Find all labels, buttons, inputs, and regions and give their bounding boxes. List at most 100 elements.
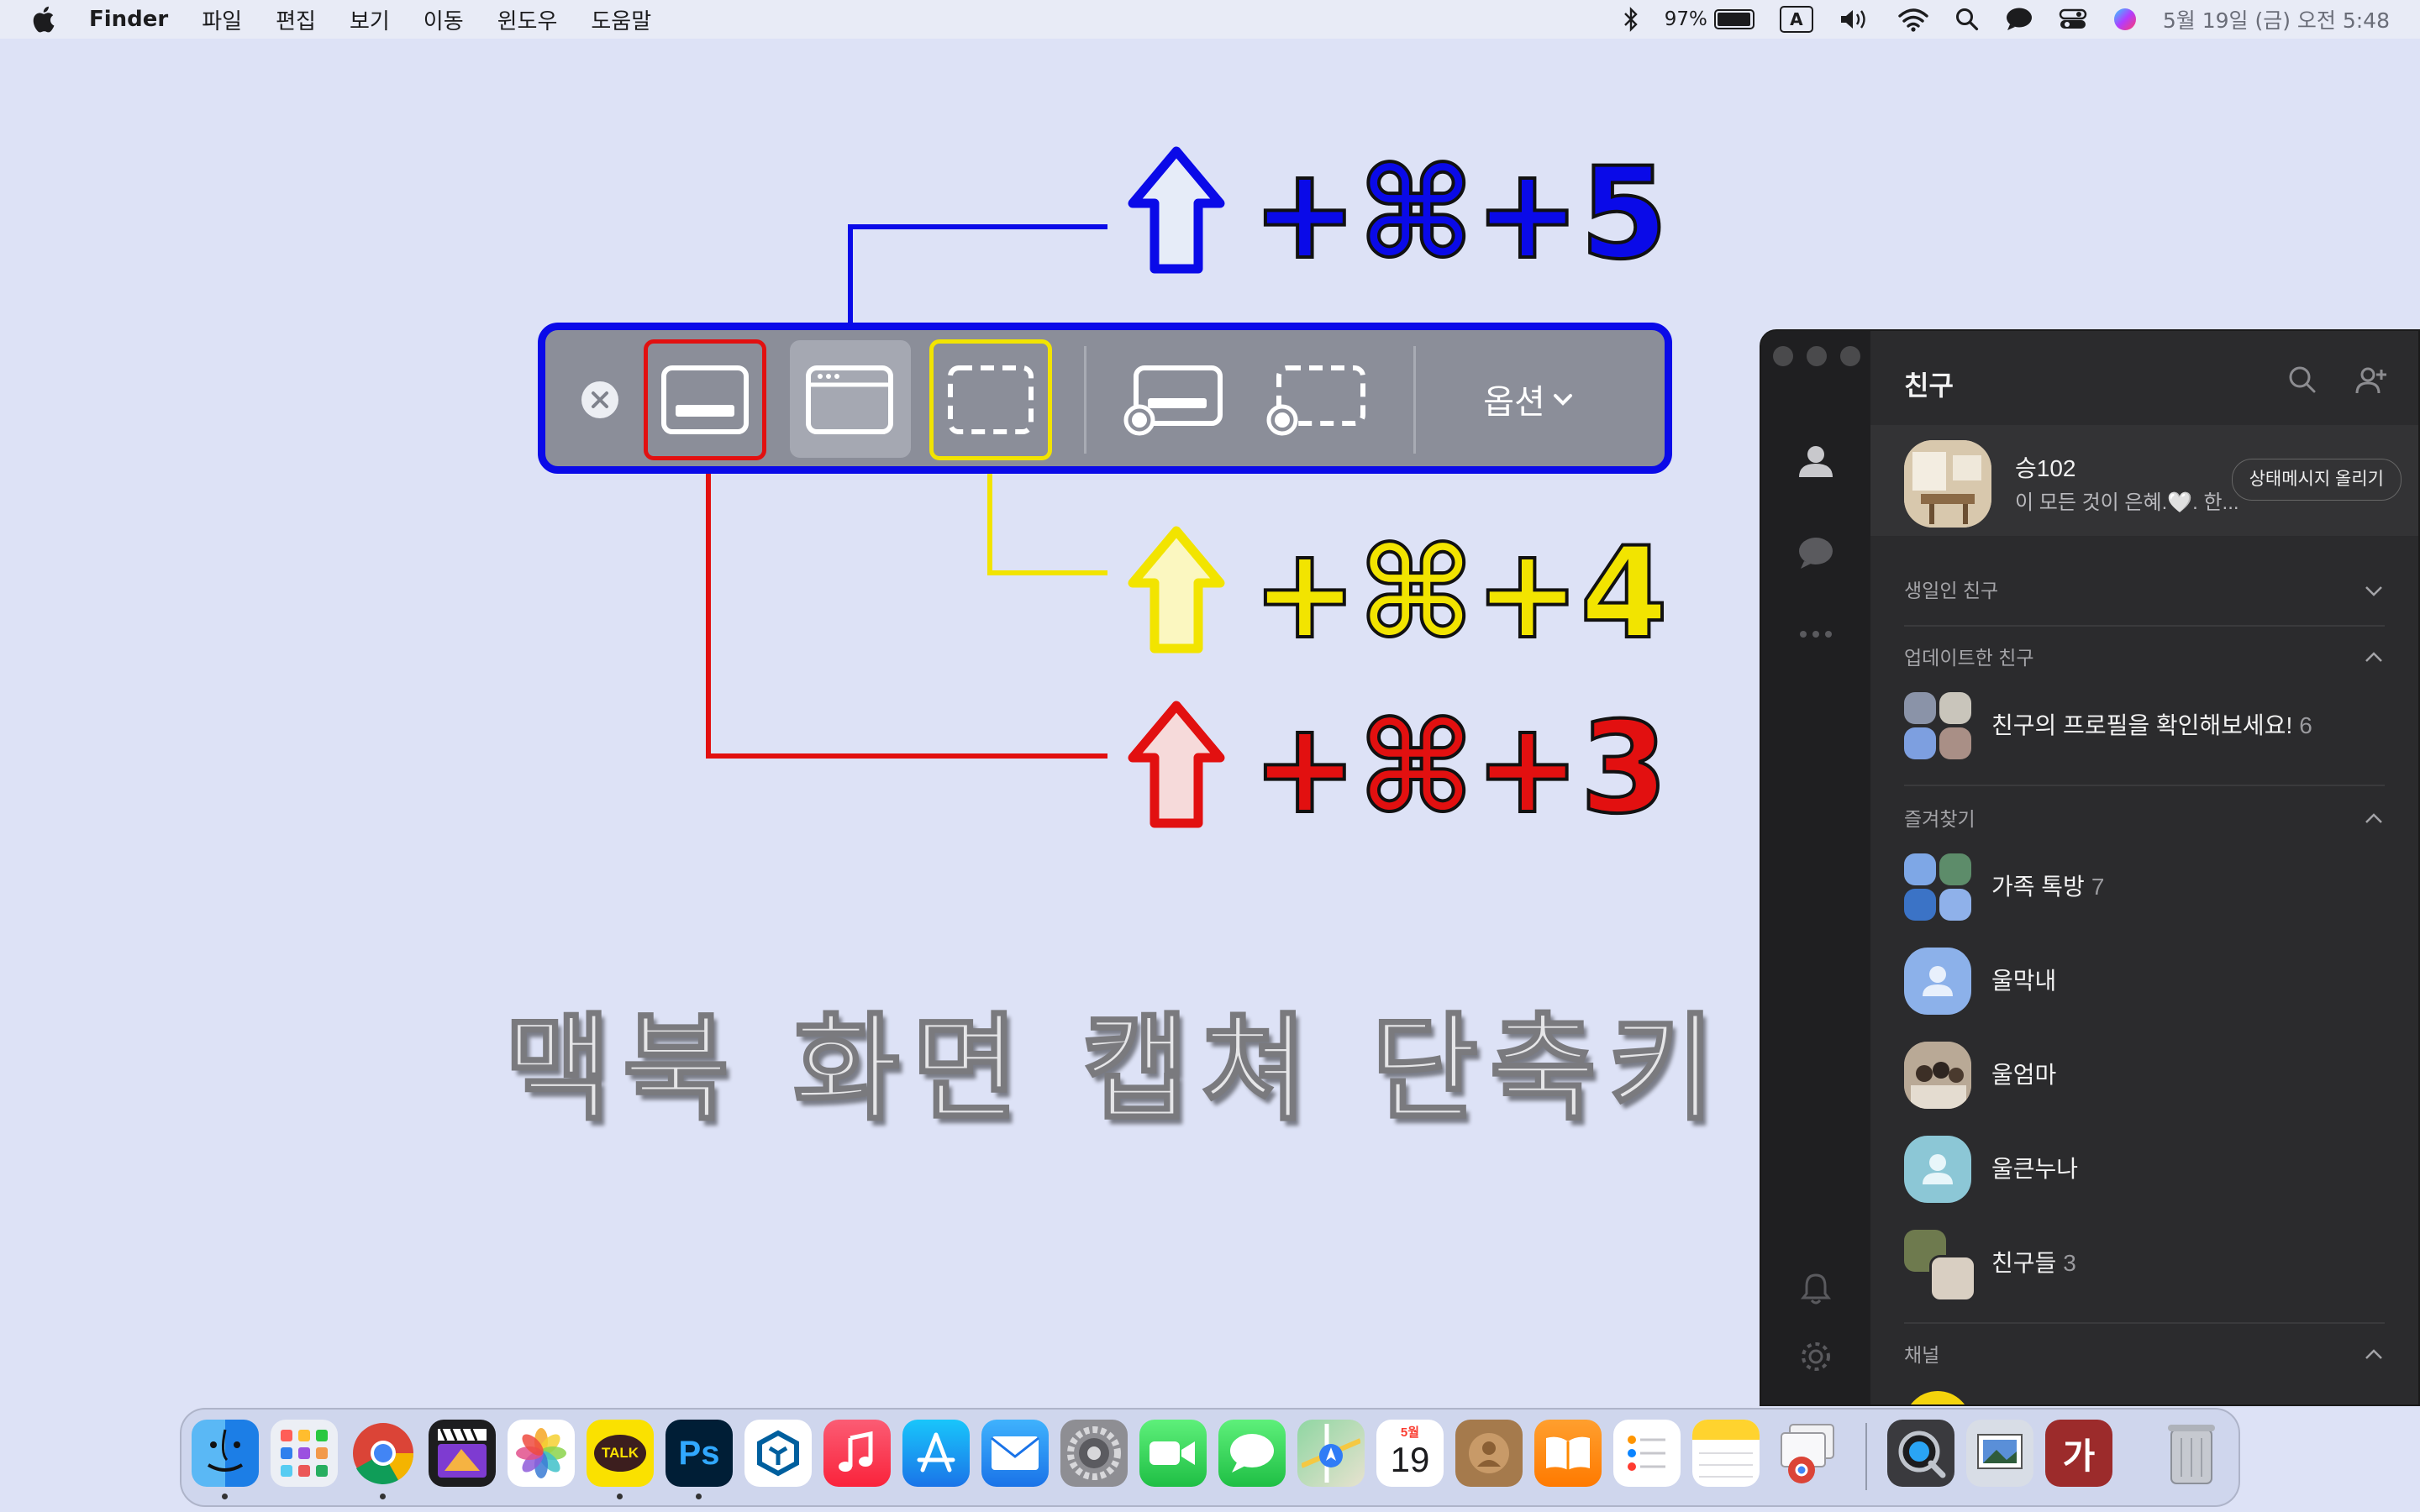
app-store-icon[interactable]	[902, 1420, 970, 1487]
chats-tab-icon[interactable]	[1795, 533, 1837, 575]
default-avatar	[1904, 1136, 1971, 1203]
reminders-icon[interactable]	[1613, 1420, 1681, 1487]
section-label: 즐겨찾기	[1904, 808, 1975, 830]
running-indicator	[617, 1494, 623, 1499]
my-status-message: 이 모든 것이 은혜.🤍. 한...	[2015, 491, 2239, 514]
add-friend-icon[interactable]	[2354, 363, 2388, 396]
messages-icon[interactable]	[1218, 1420, 1286, 1487]
books-icon[interactable]	[1534, 1420, 1602, 1487]
shortcut-keys-text: +⌘+3	[1250, 696, 1670, 842]
section-birthday-friends[interactable]: 생일인 친구	[1904, 575, 2385, 608]
window-close-button[interactable]	[1773, 346, 1793, 366]
section-divider	[1904, 625, 2385, 627]
capture-selected-window-icon[interactable]	[805, 360, 894, 440]
sketchup-icon[interactable]	[744, 1420, 812, 1487]
section-label: 업데이트한 친구	[1904, 647, 2034, 669]
window-zoom-button[interactable]	[1840, 346, 1860, 366]
favorite-friend-row[interactable]: 친구들 3	[1904, 1230, 2385, 1302]
running-indicator	[380, 1494, 386, 1499]
dock-separator	[1865, 1423, 1867, 1490]
notes-icon[interactable]	[1692, 1420, 1760, 1487]
my-name: 승102	[2015, 455, 2076, 481]
shortcut-keys-text: +⌘+5	[1250, 141, 1670, 287]
section-divider	[1904, 1322, 2385, 1324]
updated-friends-avatars	[1904, 692, 1971, 759]
shortcut-shift-cmd-5: +⌘+5	[1126, 141, 1697, 287]
kakao-friends-panel: 친구 승102 이 모든 것이 은혜.🤍. 한... 상태메시지 올리기 생일인…	[1870, 331, 2418, 1404]
mail-icon[interactable]	[981, 1420, 1049, 1487]
shortcut-keys-text: +⌘+4	[1250, 521, 1670, 667]
final-cut-pro-icon[interactable]	[429, 1420, 496, 1487]
my-profile-row[interactable]: 승102 이 모든 것이 은혜.🤍. 한... 상태메시지 올리기	[1870, 425, 2418, 536]
favorite-name: 울큰누나	[1991, 1156, 2079, 1182]
section-favorites[interactable]: 즐겨찾기	[1904, 803, 2385, 837]
shift-key-icon	[1128, 526, 1225, 654]
kakao-sidebar	[1761, 331, 1870, 1404]
my-avatar	[1904, 440, 1991, 528]
photos-icon[interactable]	[508, 1420, 575, 1487]
default-avatar	[1904, 948, 1971, 1015]
favorite-friend-row[interactable]: 울큰누나	[1904, 1136, 2385, 1203]
friends-tab-icon[interactable]	[1795, 440, 1837, 482]
close-toolbar-icon[interactable]	[580, 380, 620, 420]
dictionary-icon[interactable]: 가	[2045, 1420, 2112, 1487]
maps-icon[interactable]	[1297, 1420, 1365, 1487]
kakaotalk-bubble: TALK	[594, 1435, 646, 1472]
post-status-message-button[interactable]: 상태메시지 올리기	[2231, 459, 2402, 501]
section-channels[interactable]: 채널	[1904, 1339, 2385, 1373]
kakaotalk-icon[interactable]: TALK	[587, 1420, 654, 1487]
updated-friends-label: 친구의 프로필을 확인해보세요! 6	[1991, 712, 2312, 738]
notifications-bell-icon[interactable]	[1795, 1268, 1837, 1310]
facetime-icon[interactable]	[1139, 1420, 1207, 1487]
favorite-name: 울엄마	[1991, 1062, 2057, 1088]
toolbar-divider	[1084, 346, 1086, 454]
window-minimize-button[interactable]	[1807, 346, 1827, 366]
toolbar-divider	[1413, 346, 1416, 454]
more-tab-icon[interactable]	[1795, 613, 1837, 655]
search-icon[interactable]	[2286, 363, 2319, 396]
preview-icon[interactable]	[1966, 1420, 2033, 1487]
chevron-up-icon	[2365, 1349, 2382, 1359]
chrome-icon[interactable]	[350, 1420, 417, 1487]
dictionary-label: 가	[2062, 1436, 2096, 1476]
trash-icon[interactable]	[2158, 1420, 2225, 1487]
photoshop-icon[interactable]: Ps	[666, 1420, 733, 1487]
updated-friends-row[interactable]: 친구의 프로필을 확인해보세요! 6	[1904, 692, 2385, 759]
favorite-friend-row[interactable]: 가족 톡방 7	[1904, 853, 2385, 921]
settings-gear-icon[interactable]	[1795, 1336, 1837, 1378]
favorite-friend-row[interactable]: 울막내	[1904, 948, 2385, 1015]
record-selected-portion-icon[interactable]	[1260, 360, 1370, 440]
chevron-up-icon	[2365, 652, 2382, 662]
favorite-name: 친구들 3	[1991, 1250, 2076, 1276]
shortcut-shift-cmd-3: +⌘+3	[1126, 696, 1697, 842]
chevron-up-icon	[2365, 813, 2382, 823]
section-label: 채널	[1904, 1344, 1940, 1366]
contacts-icon[interactable]	[1455, 1420, 1523, 1487]
headline-title: 맥북 화면 캡쳐 단축키	[503, 1000, 1727, 1138]
favorite-name: 가족 톡방 7	[1991, 874, 2105, 900]
section-updated-friends[interactable]: 업데이트한 친구	[1904, 642, 2385, 675]
calendar-icon[interactable]: 5월 19	[1376, 1420, 1444, 1487]
favorite-friend-row[interactable]: 울엄마	[1904, 1042, 2385, 1109]
shift-key-icon	[1128, 146, 1225, 274]
system-settings-icon[interactable]	[1060, 1420, 1128, 1487]
kakaotalk-window: 친구 승102 이 모든 것이 은혜.🤍. 한... 상태메시지 올리기 생일인…	[1760, 329, 2420, 1406]
photoshop-label: Ps	[678, 1434, 720, 1472]
music-icon[interactable]	[823, 1420, 891, 1487]
quicktime-icon[interactable]	[1887, 1420, 1954, 1487]
calendar-month: 5월	[1400, 1425, 1420, 1440]
options-label: 옵션	[1483, 383, 1545, 422]
finder-icon[interactable]	[192, 1420, 259, 1487]
group-chat-avatars	[1904, 853, 1971, 921]
chrome-apps-folder-icon[interactable]	[1771, 1420, 1839, 1487]
photo-avatar	[1904, 1042, 1971, 1109]
record-entire-screen-icon[interactable]	[1118, 360, 1227, 440]
group-photo-avatars	[1904, 1230, 1976, 1302]
red-highlight-box	[644, 339, 766, 460]
favorite-name: 울막내	[1991, 968, 2057, 994]
section-divider	[1904, 785, 2385, 786]
launchpad-icon[interactable]	[271, 1420, 338, 1487]
options-button[interactable]: 옵션	[1462, 370, 1597, 428]
channel-avatar-partial	[1904, 1391, 1971, 1404]
shortcut-shift-cmd-4: +⌘+4	[1126, 521, 1697, 667]
